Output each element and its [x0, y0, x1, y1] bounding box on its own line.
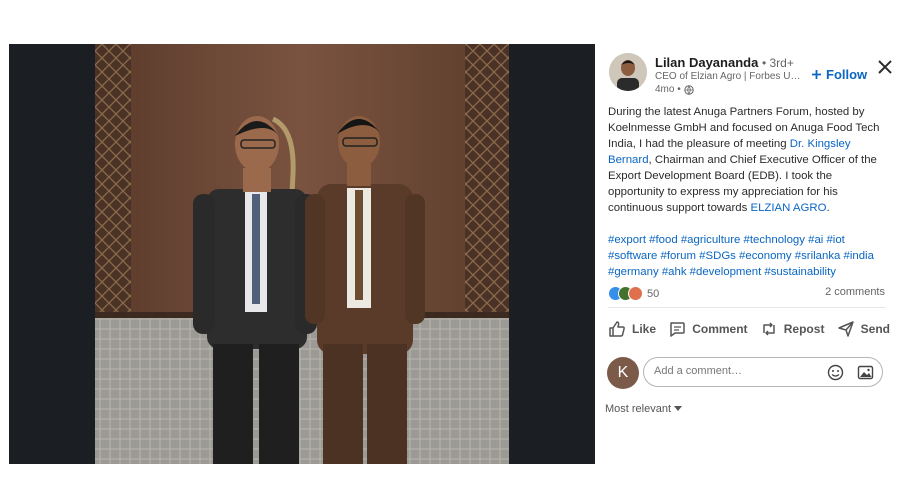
reactions-summary[interactable]: 50: [608, 286, 659, 301]
sort-dropdown[interactable]: Most relevant: [605, 403, 683, 415]
globe-icon: [684, 84, 694, 95]
thumbs-up-icon: [609, 321, 625, 337]
comments-count[interactable]: 2 comments: [825, 286, 885, 298]
mention-link[interactable]: ELZIAN AGRO: [750, 202, 826, 214]
close-icon[interactable]: [876, 58, 894, 76]
comment-icon: [670, 322, 685, 337]
follow-label: Follow: [826, 67, 868, 82]
comment-input[interactable]: [652, 364, 816, 378]
sort-label: Most relevant: [605, 403, 672, 415]
hashtags[interactable]: #export #food #agriculture #technology #…: [608, 232, 894, 280]
send-button[interactable]: Send: [837, 320, 890, 338]
send-label: Send: [860, 322, 890, 336]
post-text: During the latest Anuga Partners Forum, …: [608, 104, 890, 216]
post-time: 4mo •: [655, 84, 694, 95]
love-reaction-icon: [628, 286, 643, 301]
reaction-count: 50: [647, 287, 660, 300]
post-text-part: , Chairman and Chief Executive Officer o…: [608, 154, 877, 214]
emoji-icon[interactable]: [827, 364, 844, 381]
image-viewer: [9, 44, 595, 464]
repost-button[interactable]: Repost: [760, 320, 825, 338]
comment-composer[interactable]: [643, 357, 883, 387]
repost-icon: [763, 322, 775, 336]
post-details-panel: Lilan Dayananda • 3rd+ CEO of Elzian Agr…: [600, 44, 900, 464]
connection-degree: • 3rd+: [761, 56, 794, 70]
viewer-avatar[interactable]: K: [607, 357, 639, 389]
author-headline: CEO of Elzian Agro | Forbes Unde...: [655, 71, 805, 82]
image-icon[interactable]: [857, 364, 874, 381]
follow-button[interactable]: Follow: [811, 67, 867, 82]
author-name[interactable]: Lilan Dayananda: [655, 55, 758, 70]
like-button[interactable]: Like: [608, 320, 656, 338]
comment-label: Comment: [692, 322, 748, 336]
post-text-part: .: [826, 202, 830, 214]
reaction-icons: [608, 286, 643, 301]
send-icon: [837, 321, 854, 337]
avatar-image: [609, 53, 647, 91]
caret-down-icon: [674, 406, 683, 411]
plus-icon: [812, 70, 821, 79]
action-bar: Like Comment Repost Send: [608, 320, 890, 338]
like-label: Like: [632, 322, 657, 336]
divider: [608, 307, 886, 308]
repost-label: Repost: [783, 322, 825, 336]
author-name-line[interactable]: Lilan Dayananda • 3rd+: [655, 55, 794, 70]
post-photo[interactable]: [95, 44, 509, 464]
post-time-text: 4mo •: [655, 84, 681, 95]
comment-button[interactable]: Comment: [668, 320, 748, 338]
author-avatar[interactable]: [609, 53, 647, 91]
